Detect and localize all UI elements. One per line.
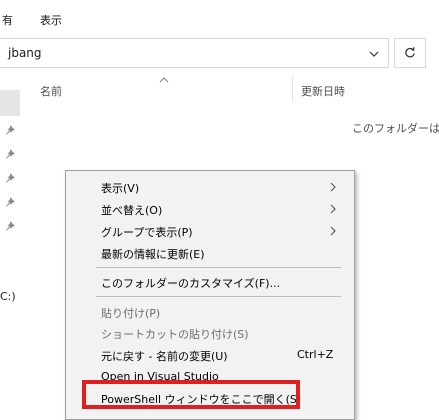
refresh-button[interactable]: [394, 38, 426, 68]
menu-item-open-powershell[interactable]: PowerShell ウィンドウをここで開く(S): [66, 387, 354, 409]
context-menu: 表示(V) 並べ替え(O) グループで表示(P) 最新の情報に更新(E) このフ…: [65, 170, 355, 420]
address-path: jbang: [8, 46, 42, 60]
address-bar[interactable]: jbang: [0, 38, 389, 68]
pin-icon[interactable]: [5, 196, 16, 207]
menu-item-paste-shortcut[interactable]: ショートカットの貼り付け(S): [66, 322, 354, 344]
menu-item-label: 元に戻す - 名前の変更(U): [101, 350, 228, 363]
menu-item-shortcut: Ctrl+Z: [297, 348, 334, 361]
column-header-modified[interactable]: 更新日時: [301, 83, 345, 99]
ribbon-tab-share[interactable]: 有: [2, 12, 13, 28]
nav-selected-item[interactable]: [0, 90, 20, 116]
menu-item-customize-folder[interactable]: このフォルダーのカスタマイズ(F)...: [66, 271, 354, 293]
chevron-right-icon: [330, 226, 336, 236]
menu-item-label: グループで表示(P): [101, 226, 193, 239]
pin-icon[interactable]: [5, 148, 16, 159]
menu-item-label: 表示(V): [101, 182, 140, 195]
menu-item-paste[interactable]: 貼り付け(P): [66, 301, 354, 323]
column-divider[interactable]: [292, 76, 293, 102]
menu-item-label: 最新の情報に更新(E): [101, 248, 205, 261]
menu-item-sort[interactable]: 並べ替え(O): [66, 198, 354, 220]
menu-item-refresh[interactable]: 最新の情報に更新(E): [66, 242, 354, 264]
chevron-down-icon[interactable]: [367, 48, 381, 60]
ribbon-tab-view[interactable]: 表示: [40, 12, 62, 28]
nav-drive-label[interactable]: C:): [0, 290, 16, 303]
menu-separator: [96, 267, 341, 268]
empty-folder-message: このフォルダーは空: [352, 122, 439, 135]
menu-item-undo-rename[interactable]: 元に戻す - 名前の変更(U) Ctrl+Z: [66, 344, 354, 366]
sort-up-icon: [159, 73, 169, 83]
menu-item-label: このフォルダーのカスタマイズ(F)...: [101, 277, 281, 290]
menu-item-label: PowerShell ウィンドウをここで開く(S): [101, 393, 302, 406]
menu-item-label: ショートカットの貼り付け(S): [101, 328, 249, 341]
menu-item-group-by[interactable]: グループで表示(P): [66, 220, 354, 242]
menu-item-label: 貼り付け(P): [101, 307, 161, 320]
column-header-name[interactable]: 名前: [40, 83, 62, 99]
pin-icon[interactable]: [5, 124, 16, 135]
pin-icon[interactable]: [5, 172, 16, 183]
menu-separator: [96, 296, 341, 297]
menu-item-label: 並べ替え(O): [101, 204, 163, 217]
menu-item-label: Open in Visual Studio: [101, 370, 219, 383]
menu-item-open-visual-studio[interactable]: Open in Visual Studio: [66, 366, 354, 388]
chevron-right-icon: [330, 182, 336, 192]
refresh-icon: [404, 47, 416, 59]
chevron-right-icon: [330, 204, 336, 214]
pin-icon[interactable]: [5, 220, 16, 231]
menu-item-view[interactable]: 表示(V): [66, 176, 354, 198]
